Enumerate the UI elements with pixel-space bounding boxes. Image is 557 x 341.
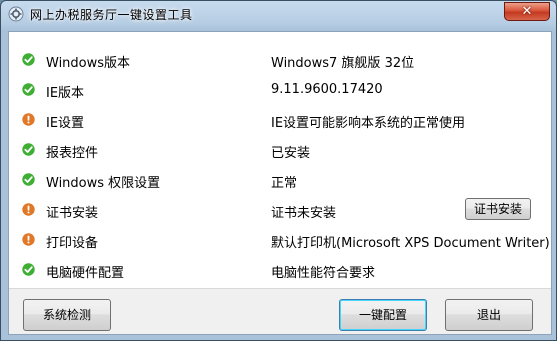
check-ok-icon <box>22 53 35 66</box>
install-certificate-button[interactable]: 证书安装 <box>465 198 531 220</box>
check-label: Windows版本 <box>46 56 131 71</box>
check-value: 9.11.9600.17420 <box>271 82 383 97</box>
check-label: 打印设备 <box>46 236 99 251</box>
check-value: IE设置可能影响本系统的正常使用 <box>271 116 466 131</box>
check-panel: Windows版本 Windows7 旗舰版 32位 IE版本 9.11.9600.1… <box>8 31 552 335</box>
exit-button[interactable]: 退出 <box>445 299 533 331</box>
close-button[interactable]: ✕ <box>504 2 550 21</box>
check-value: 证书未安装 <box>271 206 337 221</box>
warning-icon <box>22 113 35 126</box>
close-icon: ✕ <box>521 4 533 19</box>
check-label: 电脑硬件配置 <box>46 266 125 281</box>
system-check-button[interactable]: 系统检测 <box>23 299 111 331</box>
app-gear-icon <box>8 6 24 22</box>
check-row: 电脑硬件配置 电脑性能符合要求 <box>9 255 551 285</box>
check-label: 报表控件 <box>46 146 99 161</box>
check-label: Windows 权限设置 <box>46 176 161 191</box>
check-row: 打印设备 默认打印机(Microsoft XPS Document Writer) <box>9 225 551 255</box>
check-ok-icon <box>22 83 35 96</box>
check-ok-icon <box>22 143 35 156</box>
check-label: IE设置 <box>46 116 85 131</box>
warning-icon <box>22 233 35 246</box>
check-value: 默认打印机(Microsoft XPS Document Writer) <box>271 236 550 251</box>
footer-bar: 系统检测 一键配置 退出 <box>9 288 551 334</box>
check-value: 正常 <box>271 176 298 191</box>
check-label: IE版本 <box>46 86 85 101</box>
check-label: 证书安装 <box>46 206 99 221</box>
title-bar[interactable]: 网上办税服务厅一键设置工具 ✕ <box>1 1 556 27</box>
check-ok-icon <box>22 173 35 186</box>
check-row: Windows 权限设置 正常 <box>9 165 551 195</box>
check-value: 电脑性能符合要求 <box>271 266 376 281</box>
app-window: 网上办税服务厅一键设置工具 ✕ Windows版本 Windows7 旗舰版 32… <box>0 0 557 341</box>
check-row: 证书安装 证书未安装 证书安装 <box>9 195 551 225</box>
check-value: Windows7 旗舰版 32位 <box>271 56 415 71</box>
check-row: 报表控件 已安装 <box>9 135 551 165</box>
check-row: Windows版本 Windows7 旗舰版 32位 <box>9 45 551 75</box>
check-row: IE设置 IE设置可能影响本系统的正常使用 <box>9 105 551 135</box>
one-click-config-button[interactable]: 一键配置 <box>339 299 427 331</box>
warning-icon <box>22 203 35 216</box>
window-title: 网上办税服务厅一键设置工具 <box>30 8 193 22</box>
check-value: 已安装 <box>271 146 311 161</box>
check-ok-icon <box>22 263 35 276</box>
check-row: IE版本 9.11.9600.17420 <box>9 75 551 105</box>
